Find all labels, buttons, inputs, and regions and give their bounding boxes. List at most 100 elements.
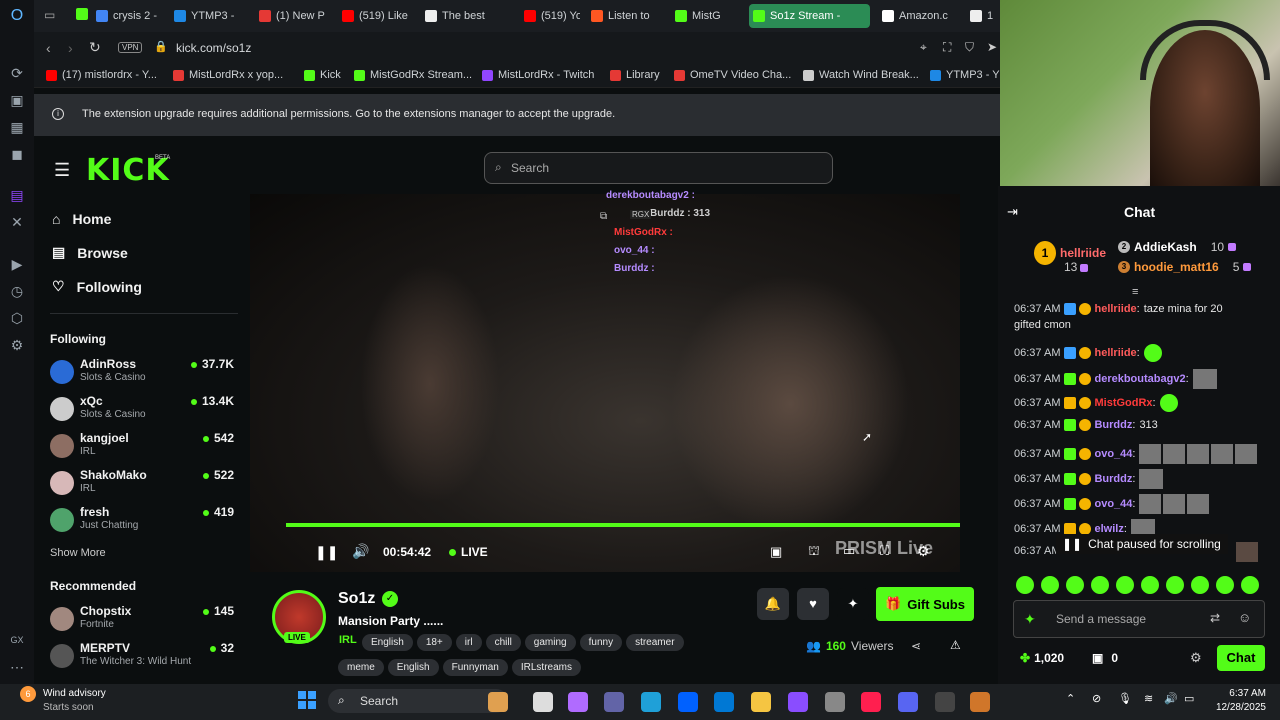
tray-volume-icon[interactable]: 🔊 — [1164, 692, 1178, 705]
outlook-icon[interactable] — [714, 692, 734, 712]
browser-tab[interactable]: YTMP3 - — [170, 4, 250, 28]
extensions-icon[interactable]: ⬡ — [7, 308, 27, 328]
report-icon[interactable]: ⚠ — [950, 638, 961, 652]
refresh-panel-icon[interactable]: ⟳ — [7, 63, 27, 83]
chat-username[interactable]: ovo_44 — [1094, 448, 1132, 460]
chat-paused-banner[interactable]: ❚❚ Chat paused for scrolling — [1056, 534, 1228, 554]
gx-icon[interactable]: GX — [7, 630, 27, 650]
tray-battery-icon[interactable]: ▭ — [1184, 692, 1194, 705]
copilot-icon[interactable] — [568, 692, 588, 712]
search-input[interactable]: ⌕ Search — [484, 152, 833, 184]
chat-username[interactable]: derekboutabagv2 — [1094, 373, 1185, 385]
browser-tab[interactable]: So1z Stream - — [749, 4, 870, 28]
more-icon[interactable]: ⋯ — [7, 657, 27, 677]
translate-icon[interactable]: ⇄ — [1210, 611, 1220, 625]
tray-chevron-icon[interactable]: ⌃ — [1066, 692, 1075, 705]
vpn-badge[interactable]: VPN — [118, 42, 143, 53]
gift-counter[interactable]: ▣ 0 — [1092, 651, 1118, 665]
pin-icon[interactable]: ⌖ — [920, 40, 927, 55]
quick-emote-icon[interactable] — [1141, 576, 1159, 594]
chat-input[interactable]: ✦ Send a message ⇄ ☺ — [1013, 600, 1265, 638]
followed-channel[interactable]: xQc Slots & Casino 13.4K — [50, 394, 238, 428]
browser-tab[interactable]: Amazon.c — [878, 4, 960, 28]
history-icon[interactable]: ◷ — [7, 281, 27, 301]
obs-icon[interactable] — [935, 692, 955, 712]
video-player[interactable]: ➚ — [250, 194, 960, 572]
progress-bar[interactable] — [286, 523, 960, 527]
follow-heart-icon[interactable]: ♥ — [797, 588, 829, 620]
chat-sparkle-icon[interactable]: ✦ — [1024, 611, 1036, 628]
clipchamp-icon[interactable] — [788, 692, 808, 712]
browser-tab[interactable]: (519) You — [520, 4, 580, 28]
quick-emote-icon[interactable] — [1216, 576, 1234, 594]
bookmark-item[interactable]: MistLordRx x yop... — [173, 69, 283, 81]
stream-tag[interactable]: IRLstreams — [511, 659, 581, 676]
notification-bell-icon[interactable]: 🔔 — [757, 588, 789, 620]
leaderboard-entry[interactable]: 3 hoodie_matt16 5 — [1118, 260, 1252, 274]
stream-tag[interactable]: gaming — [524, 634, 576, 651]
chat-username[interactable]: hellriide — [1094, 303, 1136, 315]
teams-icon[interactable] — [604, 692, 624, 712]
stream-tag[interactable]: meme — [338, 659, 384, 676]
browser-tab[interactable]: Listen to — [587, 4, 667, 28]
weather-icon[interactable]: 6 — [20, 686, 36, 702]
url-field[interactable]: kick.com/so1z — [176, 41, 251, 55]
leaderboard-entry[interactable]: 2 AddieKash 10 — [1118, 240, 1237, 254]
stream-tag[interactable]: funny — [579, 634, 623, 651]
browser-tab[interactable]: 1 — [966, 4, 994, 28]
browser-tab[interactable]: The best — [421, 4, 516, 28]
stream-tag[interactable]: Funnyman — [442, 659, 508, 676]
quick-emote-icon[interactable] — [1116, 576, 1134, 594]
tray-mic-icon[interactable]: 🎙 — [1118, 692, 1132, 705]
bookmark-item[interactable]: Watch Wind Break... — [803, 69, 919, 81]
channel-points[interactable]: ✤ 1,020 — [1020, 651, 1064, 665]
stream-tag[interactable]: chill — [485, 634, 521, 651]
pause-icon[interactable]: ❚❚ — [315, 544, 338, 561]
twitch-icon[interactable]: ▤ — [7, 185, 27, 205]
quick-emote-icon[interactable] — [1016, 576, 1034, 594]
gift-subs-button[interactable]: 🎁 Gift Subs — [876, 587, 974, 621]
snapshot-icon[interactable]: ⛶ — [943, 40, 951, 55]
kick-pinned-tab-icon[interactable] — [76, 8, 88, 20]
grid-icon[interactable]: ▦ — [7, 117, 27, 137]
browser-tab[interactable]: MistG — [671, 4, 746, 28]
browser-tab[interactable]: crysis 2 - — [92, 4, 164, 28]
volume-icon[interactable]: 🔊 — [352, 543, 369, 560]
tab-menu-icon[interactable]: ▭ — [44, 8, 55, 22]
browser-tab[interactable]: (1) New P — [255, 4, 333, 28]
expand-leaderboard-icon[interactable]: ≡ — [1132, 286, 1138, 298]
widgets-icon[interactable] — [488, 692, 508, 712]
opera-gx-icon[interactable] — [861, 692, 881, 712]
chat-username[interactable]: Burddz — [1094, 419, 1132, 431]
x-icon[interactable]: ✕ — [7, 212, 27, 232]
bag-icon[interactable]: ▣ — [7, 90, 27, 110]
nav-following[interactable]: ♡ Following — [52, 278, 142, 295]
streamer-name[interactable]: So1z — [338, 590, 375, 608]
bookmark-item[interactable]: Kick — [304, 69, 341, 81]
stream-tag[interactable]: irl — [455, 634, 482, 651]
emoji-icon[interactable]: ☺ — [1238, 610, 1251, 625]
forward-icon[interactable]: › — [68, 40, 73, 56]
clip-icon[interactable]: ⛫ — [808, 543, 820, 561]
stream-category[interactable]: IRL — [339, 634, 357, 646]
back-icon[interactable]: ‹ — [46, 40, 51, 56]
nav-home[interactable]: ⌂ Home — [52, 211, 111, 227]
send-icon[interactable]: ➤ — [987, 40, 997, 54]
bookmark-item[interactable]: Library — [610, 69, 660, 81]
sparkle-icon[interactable]: ✦ — [837, 588, 869, 620]
bookmark-item[interactable]: MistGodRx Stream... — [354, 69, 472, 81]
quick-emote-icon[interactable] — [1241, 576, 1259, 594]
bookmark-item[interactable]: (17) mistlordrx - Y... — [46, 69, 157, 81]
leaderboard-entry[interactable]: 1 hellriide 13 — [1034, 241, 1106, 274]
reload-icon[interactable]: ↻ — [89, 39, 101, 56]
stream-tag[interactable]: English — [362, 634, 413, 651]
windows-start-icon[interactable] — [298, 691, 316, 709]
recommended-channel[interactable]: Chopstix Fortnite 145 — [50, 604, 238, 638]
lock-icon[interactable]: 🔒 — [154, 40, 168, 53]
chat-username[interactable]: hellriide — [1094, 347, 1136, 359]
clock-date[interactable]: 12/28/2025 — [1206, 702, 1266, 713]
share-icon[interactable]: ⋖ — [911, 639, 921, 653]
followed-channel[interactable]: fresh Just Chatting 419 — [50, 505, 238, 539]
bookmark-item[interactable]: OmeTV Video Cha... — [674, 69, 791, 81]
shield-icon[interactable]: ⛉ — [965, 40, 974, 55]
